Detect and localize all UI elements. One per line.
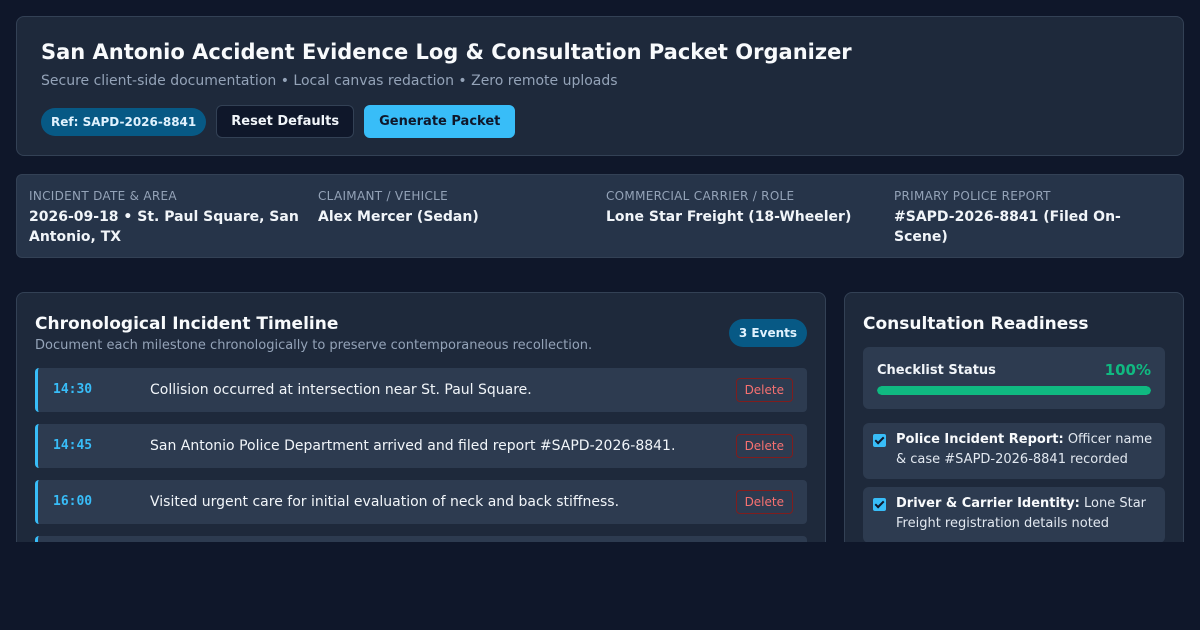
summary-value: Lone Star Freight (18-Wheeler) <box>606 209 852 225</box>
viewport-fold <box>0 542 1200 630</box>
checkbox-checked-icon[interactable] <box>873 498 886 511</box>
checkbox-checked-icon[interactable] <box>873 434 886 447</box>
checklist-status-label: Checklist Status <box>877 363 996 378</box>
readiness-title: Consultation Readiness <box>863 314 1089 334</box>
incident-summary: INCIDENT DATE & AREA 2026-09-18 • St. Pa… <box>16 174 1184 258</box>
checklist-progress-fill <box>877 386 1151 395</box>
app-title: San Antonio Accident Evidence Log & Cons… <box>41 40 852 64</box>
summary-police-report: PRIMARY POLICE REPORT #SAPD-2026-8841 (F… <box>894 188 1169 247</box>
event-time: 16:00 <box>53 494 93 509</box>
summary-claimant: CLAIMANT / VEHICLE Alex Mercer (Sedan) <box>318 188 593 227</box>
event-description: Visited urgent care for initial evaluati… <box>150 494 620 510</box>
header-card: San Antonio Accident Evidence Log & Cons… <box>16 16 1184 156</box>
summary-carrier: COMMERCIAL CARRIER / ROLE Lone Star Frei… <box>606 188 881 227</box>
checklist-progress-bar <box>877 386 1151 395</box>
summary-label: CLAIMANT / VEHICLE <box>318 189 449 203</box>
event-description: San Antonio Police Department arrived an… <box>150 438 676 454</box>
generate-packet-button[interactable]: Generate Packet <box>364 105 516 138</box>
summary-label: COMMERCIAL CARRIER / ROLE <box>606 189 795 203</box>
header-actions: Ref: SAPD-2026-8841 Reset Defaults Gener… <box>41 105 516 138</box>
timeline-event: 14:30 Collision occurred at intersection… <box>35 368 807 412</box>
delete-event-button[interactable]: Delete <box>735 434 793 458</box>
summary-incident-date: INCIDENT DATE & AREA 2026-09-18 • St. Pa… <box>29 188 304 247</box>
delete-event-button[interactable]: Delete <box>735 490 793 514</box>
event-time: 14:30 <box>53 382 93 397</box>
summary-label: PRIMARY POLICE REPORT <box>894 189 1051 203</box>
app-subtitle: Secure client-side documentation • Local… <box>41 73 618 89</box>
reset-defaults-button[interactable]: Reset Defaults <box>216 105 355 138</box>
checklist-item-text: Police Incident Report: Officer name & c… <box>896 430 1158 470</box>
checklist-status-percent: 100% <box>1104 361 1151 379</box>
timeline-event: 16:00 Visited urgent care for initial ev… <box>35 480 807 524</box>
summary-value: 2026-09-18 • St. Paul Square, San Antoni… <box>29 209 299 245</box>
checklist-item-carrier-identity[interactable]: Driver & Carrier Identity: Lone Star Fre… <box>863 487 1165 543</box>
timeline-event: 14:45 San Antonio Police Department arri… <box>35 424 807 468</box>
summary-value: #SAPD-2026-8841 (Filed On-Scene) <box>894 209 1121 245</box>
reference-badge: Ref: SAPD-2026-8841 <box>41 107 207 136</box>
checklist-status-card: Checklist Status 100% <box>863 347 1165 409</box>
checklist-item-text: Driver & Carrier Identity: Lone Star Fre… <box>896 494 1158 534</box>
checklist-item-title: Driver & Carrier Identity: <box>896 496 1080 511</box>
event-time: 14:45 <box>53 438 93 453</box>
checklist-item-police-report[interactable]: Police Incident Report: Officer name & c… <box>863 423 1165 479</box>
delete-event-button[interactable]: Delete <box>735 378 793 402</box>
timeline-title: Chronological Incident Timeline <box>35 314 339 334</box>
event-description: Collision occurred at intersection near … <box>150 382 532 398</box>
summary-label: INCIDENT DATE & AREA <box>29 189 177 203</box>
checklist-item-title: Police Incident Report: <box>896 432 1064 447</box>
event-count-badge: 3 Events <box>728 319 807 347</box>
summary-value: Alex Mercer (Sedan) <box>318 209 479 225</box>
timeline-subtitle: Document each milestone chronologically … <box>35 338 593 353</box>
